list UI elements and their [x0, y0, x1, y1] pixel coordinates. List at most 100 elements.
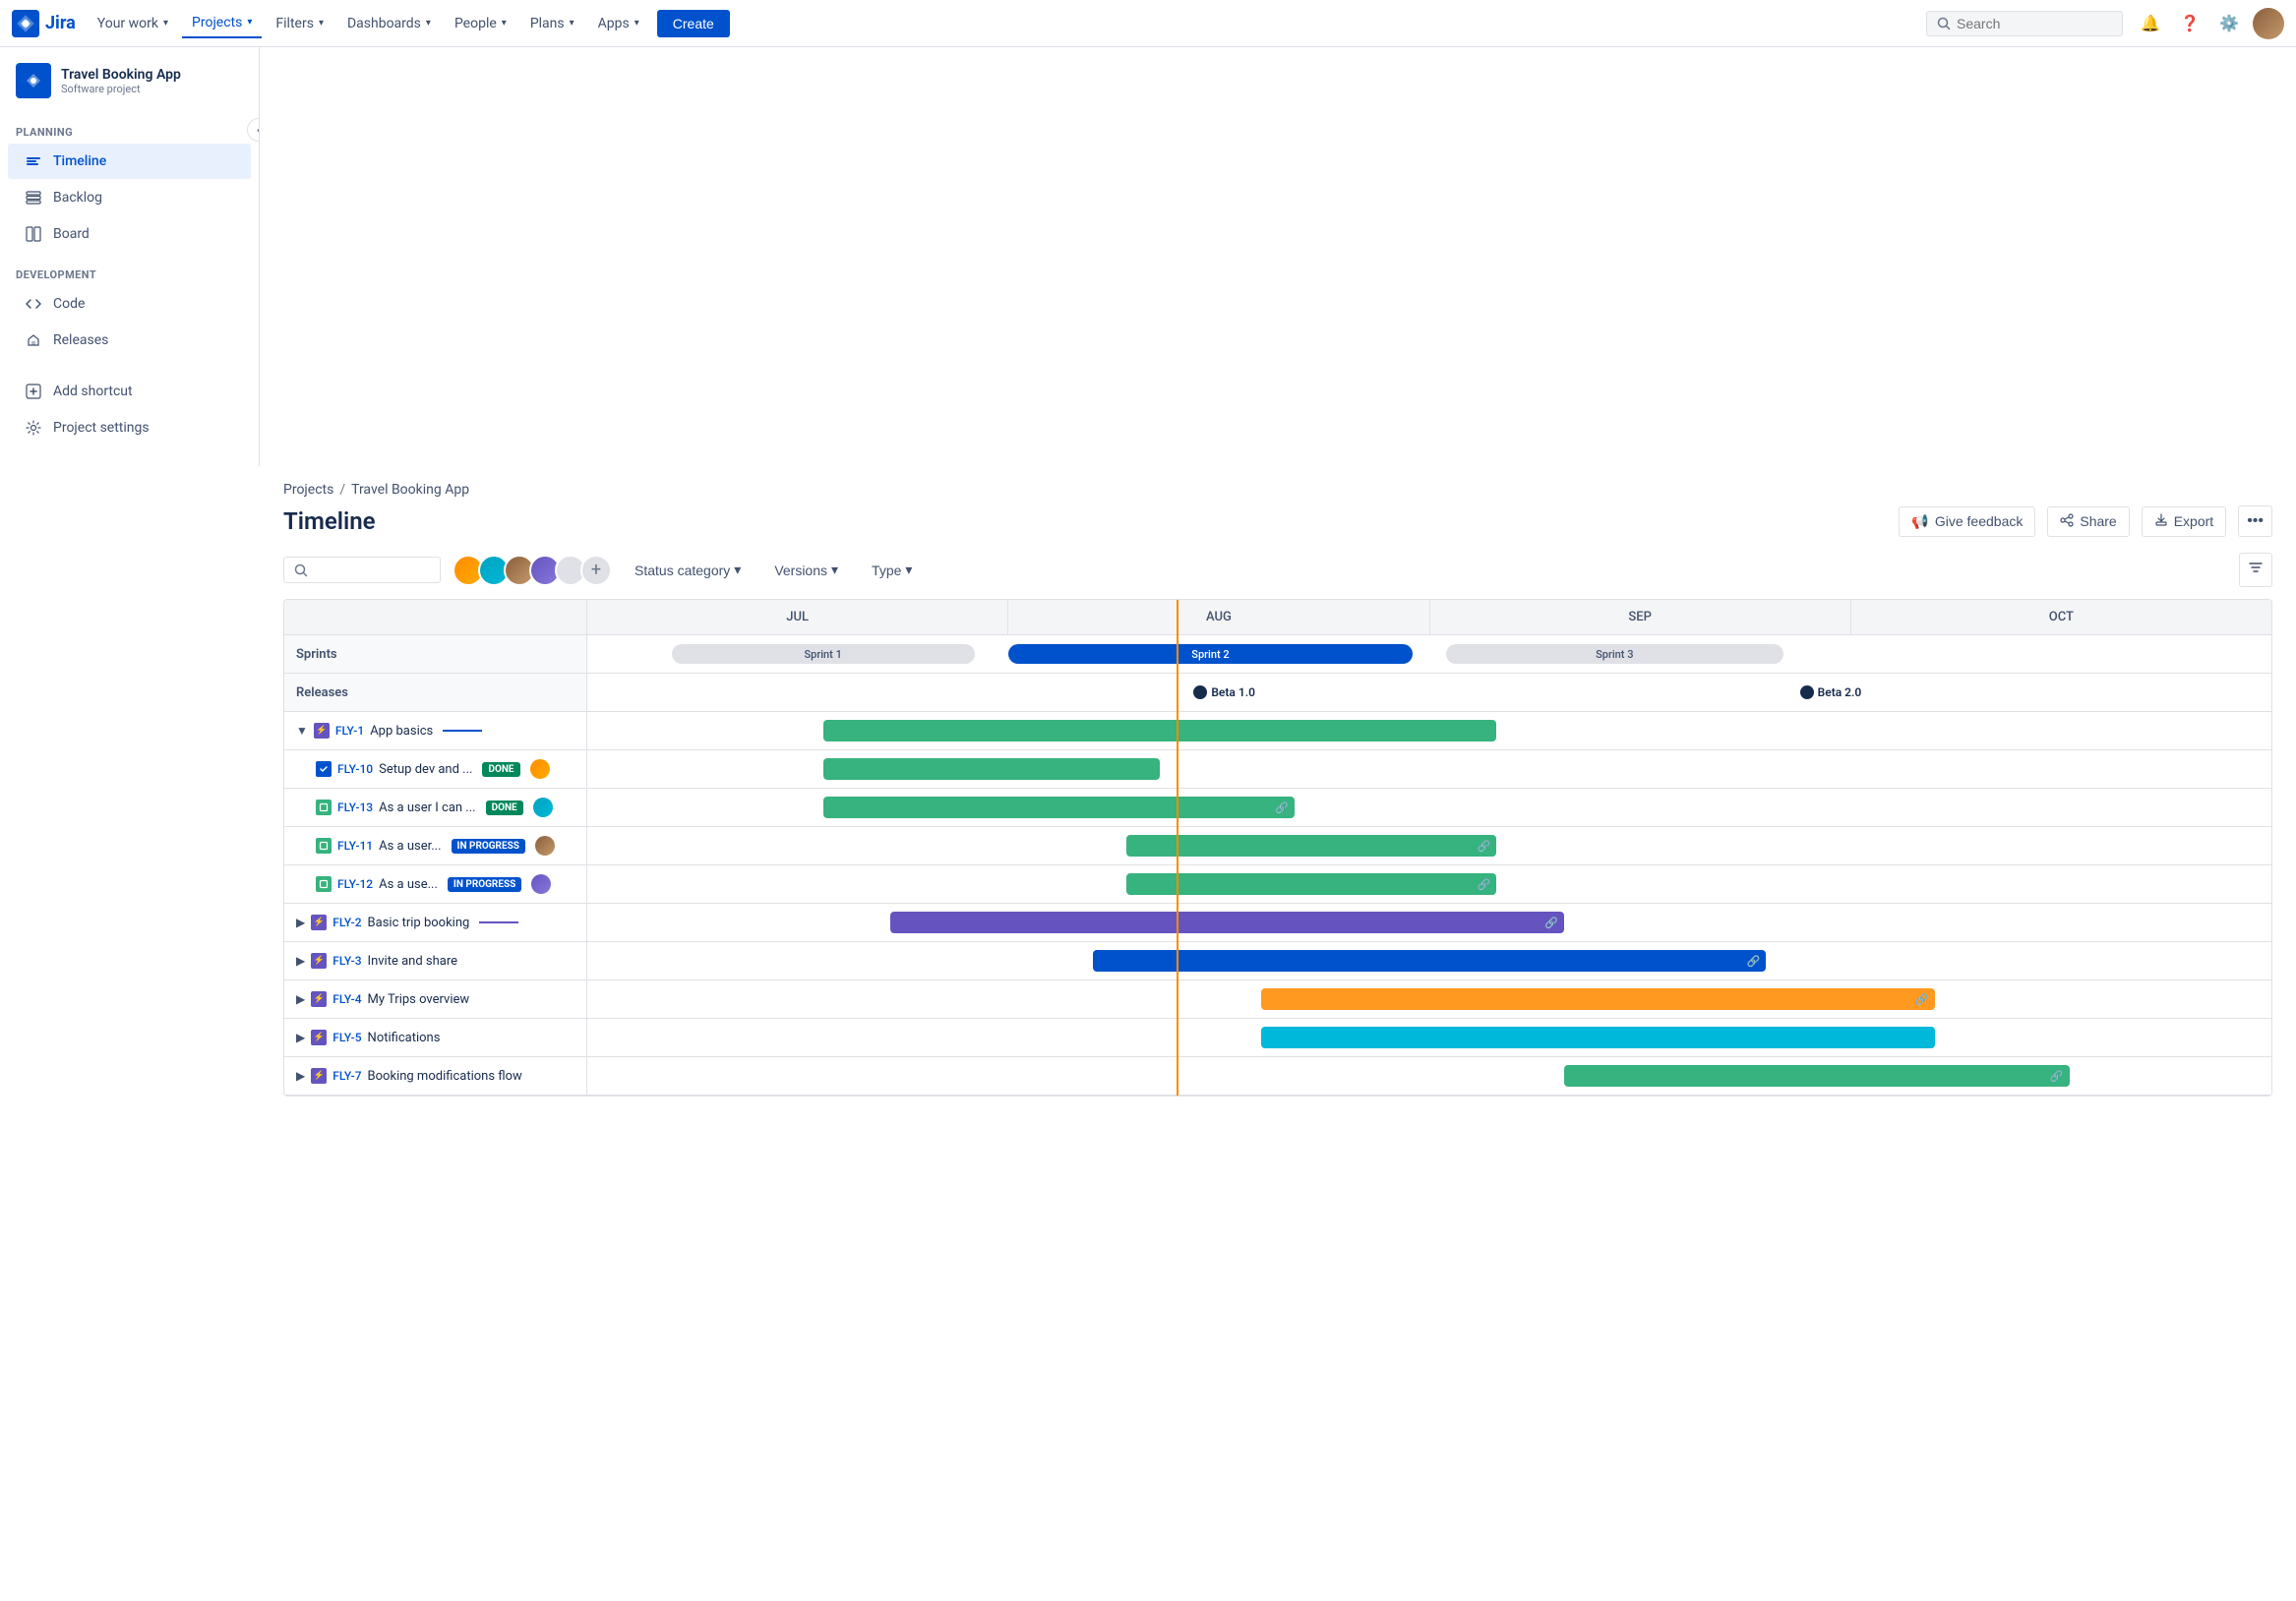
expand-icon[interactable]: ▶ [296, 916, 305, 929]
share-button[interactable]: Share [2047, 506, 2129, 537]
nav-your-work[interactable]: Your work ▾ [88, 10, 178, 37]
fly7-gantt-bar[interactable]: 🔗 [1564, 1065, 2070, 1087]
fly1-id[interactable]: FLY-1 [335, 724, 364, 738]
nav-icon-group: 🔔 ❓ ⚙️ [2135, 8, 2284, 39]
fly4-label[interactable]: ▶ ⚡ FLY-4 My Trips overview [284, 980, 587, 1018]
fly3-bar-area: 🔗 [587, 942, 2271, 979]
nav-plans[interactable]: Plans ▾ [520, 10, 584, 37]
fly11-label[interactable]: FLY-11 As a user... IN PROGRESS [284, 827, 587, 864]
fly11-gantt-bar[interactable]: 🔗 [1126, 835, 1497, 857]
fly10-label[interactable]: FLY-10 Setup dev and ... DONE [284, 750, 587, 788]
row-fly13: FLY-13 As a user I can ... DONE 🔗 [284, 789, 2271, 827]
sidebar-item-timeline[interactable]: Timeline [8, 144, 251, 179]
sidebar-item-board[interactable]: Board [8, 216, 251, 252]
add-avatar-button[interactable]: + [580, 555, 612, 586]
today-line [1177, 599, 1178, 1097]
nav-apps[interactable]: Apps ▾ [588, 10, 649, 37]
export-icon [2154, 513, 2168, 530]
chevron-down-icon: ▾ [426, 18, 431, 29]
fly12-label[interactable]: FLY-12 As a use... IN PROGRESS [284, 865, 587, 903]
fly2-gantt-bar[interactable]: 🔗 [890, 912, 1564, 933]
fly5-label[interactable]: ▶ ⚡ FLY-5 Notifications [284, 1019, 587, 1056]
timeline-label: Timeline [53, 153, 106, 169]
chevron-down-icon: ▾ [502, 18, 507, 29]
nav-people[interactable]: People ▾ [445, 10, 516, 37]
sprint-2-bar: Sprint 2 [1008, 644, 1413, 664]
row-fly2: ▶ ⚡ FLY-2 Basic trip booking 🔗 [284, 904, 2271, 942]
export-button[interactable]: Export [2142, 506, 2226, 537]
breadcrumb-projects[interactable]: Projects [283, 482, 333, 498]
timeline-search[interactable] [283, 557, 441, 583]
expand-icon[interactable]: ▶ [296, 954, 305, 968]
fly4-id[interactable]: FLY-4 [332, 992, 361, 1006]
collapse-icon[interactable]: ▼ [296, 724, 308, 738]
board-label: Board [53, 226, 90, 242]
timeline-search-input[interactable] [314, 563, 412, 577]
sidebar-item-backlog[interactable]: Backlog [8, 180, 251, 215]
fly2-id[interactable]: FLY-2 [332, 916, 361, 929]
fly5-id[interactable]: FLY-5 [332, 1031, 361, 1044]
notifications-button[interactable]: 🔔 [2135, 8, 2166, 39]
fly12-id[interactable]: FLY-12 [337, 877, 373, 891]
sprints-label: Sprints [284, 635, 587, 673]
fly13-gantt-bar[interactable]: 🔗 [823, 797, 1295, 818]
fly10-gantt-bar[interactable] [823, 758, 1160, 780]
fly7-id[interactable]: FLY-7 [332, 1069, 361, 1083]
settings-button[interactable]: ⚙️ [2213, 8, 2245, 39]
nav-filters[interactable]: Filters ▾ [266, 10, 333, 37]
fly12-gantt-bar[interactable]: 🔗 [1126, 873, 1497, 895]
fly3-label[interactable]: ▶ ⚡ FLY-3 Invite and share [284, 942, 587, 979]
fly10-status: DONE [482, 762, 519, 777]
fly12-name: As a use... [379, 877, 438, 892]
fly4-bar-area: 🔗 [587, 980, 2271, 1018]
filter-settings-button[interactable] [2239, 553, 2272, 587]
avatar-filter-group: + [453, 555, 612, 586]
fly12-status: IN PROGRESS [448, 877, 521, 892]
fly10-avatar [530, 759, 550, 779]
sprint-3-bar: Sprint 3 [1446, 644, 1782, 664]
user-avatar[interactable] [2253, 8, 2284, 39]
give-feedback-button[interactable]: 📢 Give feedback [1899, 506, 2035, 537]
fly13-label[interactable]: FLY-13 As a user I can ... DONE [284, 789, 587, 826]
fly2-bar-area: 🔗 [587, 904, 2271, 941]
create-button[interactable]: Create [657, 10, 730, 37]
fly13-bar-area: 🔗 [587, 789, 2271, 826]
fly5-gantt-bar[interactable] [1261, 1027, 1935, 1048]
fly11-avatar [535, 836, 555, 856]
fly3-id[interactable]: FLY-3 [332, 954, 361, 968]
nav-projects[interactable]: Projects ▾ [182, 9, 262, 38]
nav-dashboards[interactable]: Dashboards ▾ [337, 10, 441, 37]
versions-filter[interactable]: Versions ▾ [763, 555, 849, 585]
type-filter[interactable]: Type ▾ [861, 555, 923, 585]
expand-icon[interactable]: ▶ [296, 1031, 305, 1044]
sidebar-item-project-settings[interactable]: Project settings [8, 410, 251, 445]
expand-icon[interactable]: ▶ [296, 992, 305, 1006]
beta-2-release: Beta 2.0 [1800, 685, 1862, 699]
row-fly10: FLY-10 Setup dev and ... DONE [284, 750, 2271, 789]
jira-logo[interactable]: Jira [12, 10, 76, 37]
fly1-label[interactable]: ▼ ⚡ FLY-1 App basics [284, 712, 587, 749]
month-sep: SEP [1430, 600, 1851, 634]
search-box[interactable] [1926, 11, 2123, 36]
help-button[interactable]: ❓ [2174, 8, 2205, 39]
fly2-label[interactable]: ▶ ⚡ FLY-2 Basic trip booking [284, 904, 587, 941]
fly13-id[interactable]: FLY-13 [337, 800, 373, 814]
fly1-gantt-bar[interactable] [823, 720, 1497, 741]
search-icon [294, 563, 308, 577]
sidebar-item-add-shortcut[interactable]: Add shortcut [8, 374, 251, 409]
project-name: Travel Booking App [61, 67, 181, 83]
status-category-filter[interactable]: Status category ▾ [624, 555, 752, 585]
fly3-gantt-bar[interactable]: 🔗 [1093, 950, 1767, 972]
breadcrumb-project[interactable]: Travel Booking App [351, 482, 469, 498]
fly11-id[interactable]: FLY-11 [337, 839, 373, 853]
fly5-bar-area [587, 1019, 2271, 1056]
search-input[interactable] [1957, 16, 2104, 31]
fly4-gantt-bar[interactable]: 🔗 [1261, 988, 1935, 1010]
fly7-label[interactable]: ▶ ⚡ FLY-7 Booking modifications flow [284, 1057, 587, 1095]
more-actions-button[interactable]: ••• [2238, 505, 2272, 537]
sidebar-item-releases[interactable]: Releases [8, 323, 251, 358]
expand-icon[interactable]: ▶ [296, 1069, 305, 1083]
sidebar-item-code[interactable]: Code [8, 286, 251, 322]
fly10-id[interactable]: FLY-10 [337, 762, 373, 776]
chevron-down-icon: ▾ [570, 18, 574, 29]
